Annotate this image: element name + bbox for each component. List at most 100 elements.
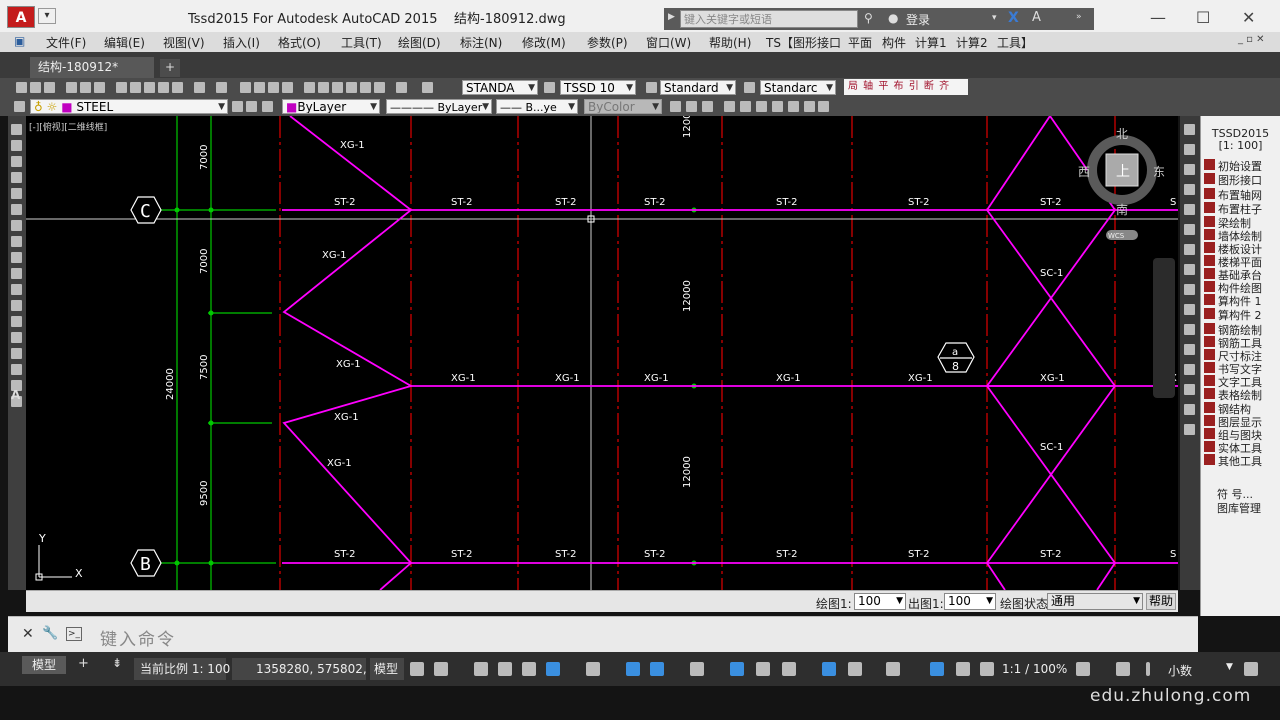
chamfer-icon[interactable] — [1184, 384, 1195, 395]
gizmo-icon[interactable] — [886, 662, 900, 676]
tool-g-icon[interactable] — [772, 101, 783, 112]
new-tab-button[interactable]: + — [160, 59, 180, 77]
new-icon[interactable] — [16, 82, 27, 93]
menu-plan[interactable]: 平面 — [848, 34, 872, 51]
plot-scale-select[interactable]: 100 ▼ — [944, 593, 996, 610]
tool-h-icon[interactable] — [788, 101, 799, 112]
tssd-menu-item[interactable]: 其他工具 — [1218, 453, 1262, 469]
infer-constraints-icon[interactable] — [474, 662, 488, 676]
mirror-icon[interactable] — [1184, 164, 1195, 175]
mtext-icon[interactable]: A — [11, 388, 20, 402]
menu-view[interactable]: 视图(V) — [163, 34, 205, 51]
exchange-icon[interactable]: X — [1008, 10, 1019, 26]
drawing-canvas[interactable]: C B a 8 7000 7000 7500 9500 24000 12000 … — [26, 116, 1178, 590]
construction-line-icon[interactable] — [11, 140, 22, 151]
mleader-style-icon[interactable] — [744, 82, 755, 93]
login-link[interactable]: 登录 — [906, 11, 930, 28]
array-icon[interactable] — [1184, 204, 1195, 215]
join-icon[interactable] — [1184, 364, 1195, 375]
ellipse-arc-icon[interactable] — [11, 284, 22, 295]
menu-file[interactable]: 文件(F) — [46, 34, 86, 51]
menu-help[interactable]: 帮助(H) — [709, 34, 751, 51]
undo-icon[interactable] — [194, 82, 205, 93]
block-editor-icon[interactable] — [172, 82, 183, 93]
menu-window[interactable]: 窗口(W) — [646, 34, 691, 51]
dim-style-icon[interactable] — [544, 82, 555, 93]
model-space-button[interactable]: 模型 — [370, 658, 404, 680]
viewcube-south[interactable]: 南 — [1116, 202, 1128, 217]
tool-c-icon[interactable] — [702, 101, 713, 112]
binoculars-icon[interactable]: ⚲ — [864, 11, 873, 25]
menu-draw[interactable]: 绘图(D) — [398, 34, 441, 51]
menu-parametric[interactable]: 参数(P) — [587, 34, 628, 51]
ellipse-icon[interactable] — [11, 268, 22, 279]
paste-icon[interactable] — [144, 82, 155, 93]
match-properties-icon[interactable] — [158, 82, 169, 93]
tool-j-icon[interactable] — [818, 101, 829, 112]
add-layout-icon[interactable]: + — [78, 656, 89, 671]
tool-i-icon[interactable] — [804, 101, 815, 112]
rotate-icon[interactable] — [1184, 244, 1195, 255]
preview-icon[interactable] — [80, 82, 91, 93]
polyline-icon[interactable] — [11, 156, 22, 167]
tssd-footer-item[interactable]: 图库管理 — [1217, 500, 1261, 516]
copy-obj-icon[interactable] — [1184, 144, 1195, 155]
rectangle-icon[interactable] — [11, 188, 22, 199]
menu-calc1[interactable]: 计算1 — [915, 34, 947, 51]
navigation-bar[interactable] — [1153, 258, 1175, 398]
help-icon[interactable] — [396, 82, 407, 93]
close-command-icon[interactable]: ✕ — [22, 626, 34, 642]
annotation-visibility-icon[interactable] — [930, 662, 944, 676]
layout-menu-icon[interactable]: ⇟ — [112, 656, 122, 670]
layer-manager-icon[interactable] — [14, 101, 25, 112]
menu-ts-interface[interactable]: TS【图形接口 — [766, 34, 841, 51]
tool-f-icon[interactable] — [756, 101, 767, 112]
extend-icon[interactable] — [1184, 324, 1195, 335]
tool-a-icon[interactable] — [670, 101, 681, 112]
text-style-select[interactable]: STANDA ▼ — [462, 80, 538, 95]
scale-icon[interactable] — [1184, 264, 1195, 275]
doc-window-controls[interactable]: _ ▫ ✕ — [1238, 34, 1265, 45]
menu-app-icon[interactable]: ▣ — [14, 34, 25, 48]
draw-scale-select[interactable]: 100 ▼ — [854, 593, 906, 610]
menu-modify[interactable]: 修改(M) — [522, 34, 566, 51]
table-style-icon[interactable] — [646, 82, 657, 93]
command-input[interactable]: 键入命令 — [100, 625, 176, 650]
sheet-set-icon[interactable] — [346, 82, 357, 93]
help-button[interactable]: 帮助 — [1146, 593, 1176, 610]
circle-icon[interactable] — [11, 220, 22, 231]
quickcalc-icon[interactable] — [374, 82, 385, 93]
publish-icon[interactable] — [94, 82, 105, 93]
tssd-menu-item[interactable]: 图形接口 — [1218, 172, 1262, 188]
close-button[interactable]: ✕ — [1242, 8, 1255, 27]
trash-icon[interactable] — [1244, 662, 1258, 676]
make-current-layer-icon[interactable] — [232, 101, 243, 112]
polygon-icon[interactable] — [11, 172, 22, 183]
menu-format[interactable]: 格式(O) — [278, 34, 321, 51]
arc-icon[interactable] — [11, 204, 22, 215]
tssd-quick-toolbar[interactable]: 局 轴 平 布 引 断 齐 — [844, 79, 968, 95]
dynamic-ucs-icon[interactable] — [822, 662, 836, 676]
app-logo-icon[interactable]: A — [7, 6, 35, 28]
auto-scale-icon[interactable] — [956, 662, 970, 676]
selection-filter-icon[interactable] — [848, 662, 862, 676]
insert-block-icon[interactable] — [11, 300, 22, 311]
viewcube-north[interactable]: 北 — [1116, 127, 1128, 141]
object-snap-icon[interactable] — [650, 662, 664, 676]
snap-mode-icon[interactable] — [434, 662, 448, 676]
viewcube-west[interactable]: 西 — [1078, 165, 1090, 179]
object-snap-tracking-icon[interactable] — [626, 662, 640, 676]
fillet-icon[interactable] — [1184, 404, 1195, 415]
dim-style-select[interactable]: TSSD 10 ▼ — [560, 80, 636, 95]
line-icon[interactable] — [11, 124, 22, 135]
copy-icon[interactable] — [130, 82, 141, 93]
tool-d-icon[interactable] — [724, 101, 735, 112]
units-select[interactable]: 小数 — [1168, 662, 1192, 679]
draw-state-select[interactable]: 通用 ▼ — [1047, 593, 1143, 610]
pan-icon[interactable] — [240, 82, 251, 93]
customize-wrench-icon[interactable]: 🔧 — [42, 626, 58, 641]
transparency-icon[interactable] — [730, 662, 744, 676]
erase-icon[interactable] — [1184, 124, 1195, 135]
annotation-monitor-icon[interactable] — [1116, 662, 1130, 676]
quick-access-dropdown-icon[interactable]: ▾ — [38, 8, 56, 24]
